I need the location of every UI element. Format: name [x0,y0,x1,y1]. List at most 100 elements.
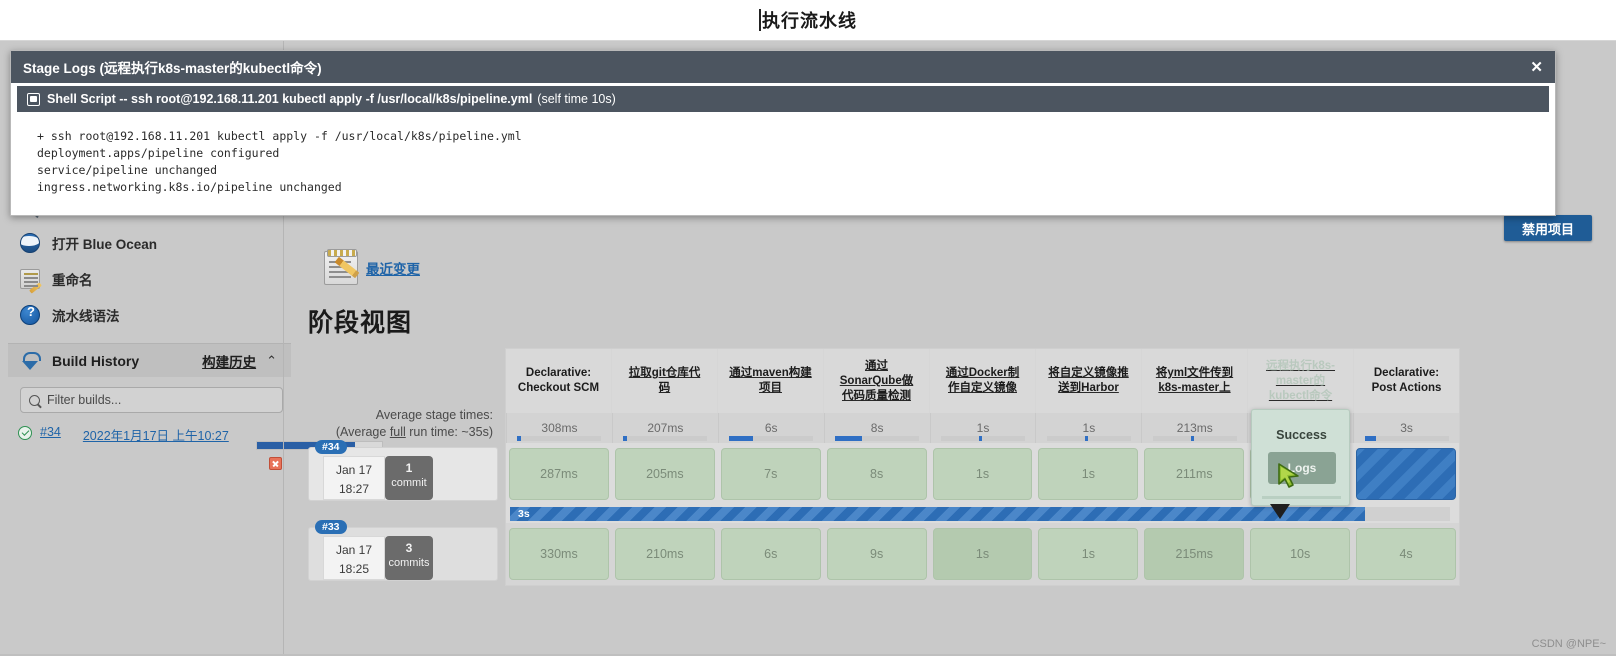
average-time-bar [941,436,1025,441]
stage-name-line: 通过 [864,359,888,372]
sidebar-item-blue-ocean[interactable]: 打开 Blue Ocean [8,225,291,261]
average-time-cell: 3s [1353,413,1459,443]
stage-name-line: k8s-master上 [1158,382,1231,394]
stage-logs-step-title: Shell Script -- ssh root@192.168.11.201 … [47,92,533,106]
log-line: ingress.networking.k8s.io/pipeline uncha… [37,180,342,194]
run-stage-cell-running[interactable] [1356,448,1457,500]
run-stage-cell[interactable]: 215ms [1144,528,1245,580]
run-stage-time: 7s [764,467,778,481]
build-history-header[interactable]: Build History 构建历史 ⌃ [8,343,291,377]
run-stage-cell[interactable]: 287ms [509,448,609,500]
stage-logs-step-header[interactable]: Shell Script -- ssh root@192.168.11.201 … [17,86,1549,112]
run-progress-strip-wrap: 3s [506,505,1459,523]
sidebar-item-pipeline-syntax[interactable]: 流水线语法 [8,297,291,333]
delete-build-icon[interactable] [269,457,282,470]
average-time-bar [1364,436,1449,441]
stage-header[interactable]: 将yml文件传到 k8s-master上 [1141,349,1247,413]
recent-changes[interactable]: 最近变更 [324,249,420,285]
average-time-cell: 6s [717,413,824,443]
run-commits[interactable]: 3 commits [385,536,433,580]
build-run-row: #33 Jan 17 18:25 3 commits 330ms 210ms 6… [308,520,1459,585]
stage-header[interactable]: 通过Docker制 作自定义镜像 [929,349,1035,413]
stage-name-line: master的 [1275,374,1326,387]
run-progress-strip: 3s [510,507,1450,521]
run-meta: #33 Jan 17 18:25 3 commits [308,520,498,581]
run-number-badge[interactable]: #33 [315,520,347,534]
log-line: service/pipeline unchanged [37,163,218,177]
watermark: CSDN @NPE~ [1531,638,1606,650]
stage-name-line: 远程执行k8s- [1265,359,1336,372]
stage-header[interactable]: 通过 SonarQube做 代码质量检测 [823,349,929,413]
text-cursor [759,9,761,31]
run-commit-count: 1 [405,461,413,475]
build-history-item[interactable]: #34 2022年1月17日 上午10:27 [8,419,383,470]
stage-name-line: 项目 [759,382,782,394]
run-meta: #34 Jan 17 18:27 1 commit [308,440,498,501]
page-title-bar: 执行流水线 [0,0,1616,41]
stage-header[interactable]: Declarative: Checkout SCM [506,349,611,413]
stage-header[interactable]: Declarative: Post Actions [1353,349,1459,413]
build-history-cn-link[interactable]: 构建历史 [202,351,256,371]
run-stage-cell[interactable]: 330ms [509,528,609,580]
recent-changes-link[interactable]: 最近变更 [366,258,420,278]
run-time: 18:25 [338,562,370,576]
stage-name-line: 将自定义镜像推 [1048,367,1129,379]
average-full-run-text: (Average full run time: ~35s) [335,425,493,439]
run-stage-cell[interactable]: 7s [720,448,821,500]
stage-name-line: SonarQube做 [839,374,914,387]
stage-logs-output: + ssh root@192.168.11.201 kubectl apply … [11,112,1555,195]
stage-view-title: 阶段视图 [308,309,413,337]
filter-builds-input[interactable]: Filter builds... [20,387,283,413]
run-stage-cell[interactable]: 10s [1250,528,1351,580]
stage-name-line: Post Actions [1371,382,1442,394]
rename-icon [20,269,42,294]
blue-ocean-icon [20,233,40,253]
run-stage-time: 210ms [646,547,684,561]
stage-name-line: 代码质量检测 [841,389,911,402]
log-line: deployment.apps/pipeline configured [37,146,280,160]
stage-name-line: 拉取git仓库代 [628,367,701,379]
run-date: Jan 17 [335,463,373,477]
run-stage-cell[interactable]: 6s [720,528,821,580]
run-stage-cell[interactable]: 1s [932,528,1033,580]
run-stage-time: 211ms [1175,467,1213,481]
chevron-up-icon[interactable]: ⌃ [266,353,277,369]
run-stage-time: 1s [1081,547,1095,561]
run-stage-cell[interactable]: 210ms [614,528,715,580]
run-number-badge[interactable]: #34 [315,440,347,454]
run-stage-cell[interactable]: 8s [826,448,927,500]
run-stage-cell[interactable]: 1s [932,448,1033,500]
stage-header[interactable]: 拉取git仓库代 码 [611,349,717,413]
stage-name-line: kubectl命令 [1268,389,1333,402]
average-time-bar [835,436,920,441]
terminal-icon [27,92,40,106]
average-time-value: 207ms [647,421,684,435]
run-stage-time: 330ms [540,547,578,561]
build-timestamp-link[interactable]: 2022年1月17日 上午10:27 [83,425,229,444]
run-stage-time: 1s [975,547,990,561]
run-stage-cell[interactable]: 1s [1038,448,1139,500]
sidebar-item-label: 打开 Blue Ocean [52,237,158,252]
run-commit-count: 3 [405,541,413,555]
sidebar-item-rename[interactable]: 重命名 [8,261,291,297]
build-number-link[interactable]: #34 [40,425,61,439]
run-stage-cell[interactable]: 211ms [1144,448,1245,500]
stage-header[interactable]: 将自定义镜像推 送到Harbor [1035,349,1141,413]
disable-project-button[interactable]: 禁用项目 [1504,215,1592,241]
close-icon[interactable]: ✕ [1530,58,1543,76]
build-history-title: Build History [52,352,140,369]
run-stage-cell[interactable]: 1s [1038,528,1139,580]
stage-header-active[interactable]: 远程执行k8s- master的 kubectl命令 [1247,349,1353,413]
run-stage-cell[interactable]: 4s [1356,528,1457,580]
stage-tooltip[interactable]: Success Logs [1251,409,1350,519]
run-stage-cell[interactable]: 9s [826,528,927,580]
run-commit-word: commits [388,557,430,569]
run-stage-time: 1s [975,467,990,481]
stage-header[interactable]: 通过maven构建 项目 [717,349,823,413]
average-time-bar [1152,436,1237,441]
average-time-value: 308ms [541,421,578,435]
run-commits[interactable]: 1 commit [385,456,433,500]
run-stage-cell[interactable]: 205ms [614,448,715,500]
average-stage-times-text: Average stage times: [375,408,493,422]
average-time-value: 8s [870,421,884,435]
